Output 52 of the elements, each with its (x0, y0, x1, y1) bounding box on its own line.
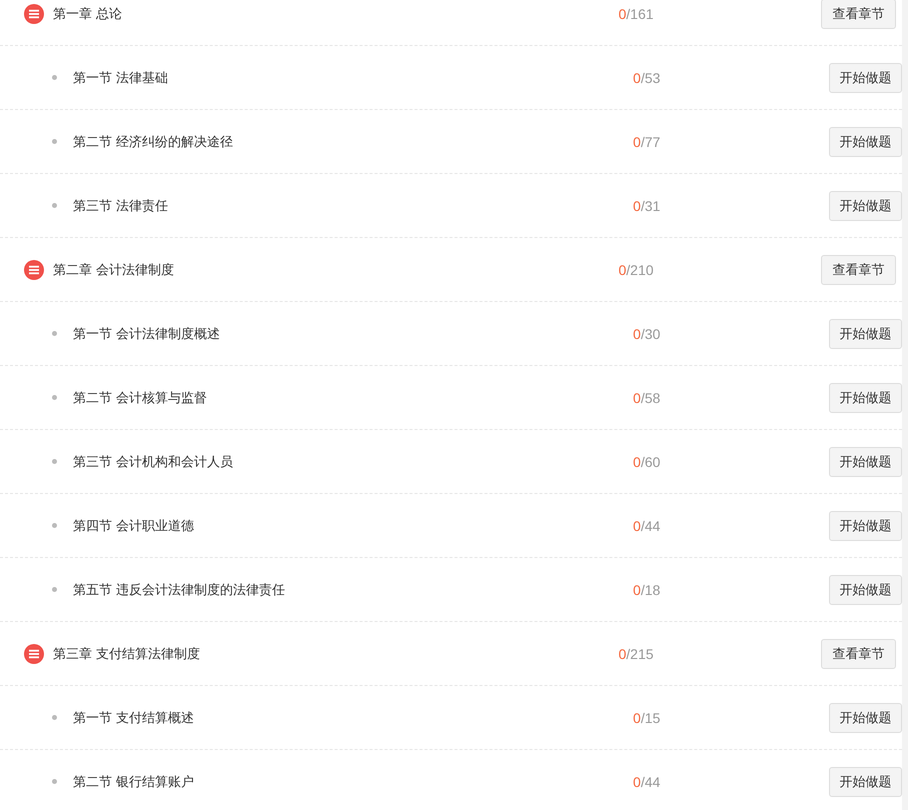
row-title: 第二节 会计核算与监督 (73, 390, 208, 406)
bullet-icon (52, 395, 57, 400)
list-icon (24, 644, 44, 664)
row-title: 第二节 经济纠纷的解决途径 (73, 134, 234, 150)
view-chapter-button[interactable]: 查看章节 (821, 638, 896, 668)
start-button[interactable]: 开始做题 (829, 318, 902, 348)
start-button[interactable]: 开始做题 (829, 126, 902, 156)
row-title: 第五节 违反会计法律制度的法律责任 (73, 582, 286, 598)
question-count: 0/30 (632, 326, 662, 342)
bullet-icon (52, 459, 57, 464)
bullet-icon (52, 139, 57, 144)
row-title: 第三章 支付结算法律制度 (53, 646, 200, 662)
start-button[interactable]: 开始做题 (829, 446, 902, 476)
start-button[interactable]: 开始做题 (829, 702, 902, 732)
question-count: 0/60 (632, 454, 662, 470)
row-title: 第三节 法律责任 (73, 198, 168, 214)
question-count: 0/31 (632, 198, 662, 214)
question-count: 0/77 (632, 134, 662, 150)
bullet-icon (52, 203, 57, 208)
list-icon (24, 4, 44, 24)
question-count: 0/15 (632, 710, 662, 726)
row-title: 第一章 总论 (53, 6, 122, 22)
start-button[interactable]: 开始做题 (829, 382, 902, 412)
row-title: 第二节 银行结算账户 (73, 774, 194, 790)
row-title: 第二章 会计法律制度 (53, 262, 174, 278)
start-button[interactable]: 开始做题 (829, 510, 902, 540)
row-title: 第四节 会计职业道德 (73, 518, 194, 534)
row-title: 第一节 支付结算概述 (73, 710, 194, 726)
question-count: 0/215 (617, 646, 655, 662)
bullet-icon (52, 523, 57, 528)
question-count: 0/44 (632, 774, 662, 790)
start-button[interactable]: 开始做题 (829, 62, 902, 92)
list-icon (24, 260, 44, 280)
question-count: 0/58 (632, 390, 662, 406)
row-title: 第三节 会计机构和会计人员 (73, 454, 234, 470)
question-count: 0/18 (632, 582, 662, 598)
question-count: 0/161 (617, 6, 655, 22)
bullet-icon (52, 331, 57, 336)
bullet-icon (52, 75, 57, 80)
start-button[interactable]: 开始做题 (829, 766, 902, 796)
row-title: 第一节 法律基础 (73, 70, 168, 86)
question-count: 0/53 (632, 70, 662, 86)
start-button[interactable]: 开始做题 (829, 574, 902, 604)
bullet-icon (52, 587, 57, 592)
bullet-icon (52, 779, 57, 784)
view-chapter-button[interactable]: 查看章节 (821, 254, 896, 284)
question-count: 0/44 (632, 518, 662, 534)
view-chapter-button[interactable]: 查看章节 (821, 0, 896, 28)
row-title: 第一节 会计法律制度概述 (73, 326, 220, 342)
question-count: 0/210 (617, 262, 655, 278)
bullet-icon (52, 715, 57, 720)
start-button[interactable]: 开始做题 (829, 190, 902, 220)
